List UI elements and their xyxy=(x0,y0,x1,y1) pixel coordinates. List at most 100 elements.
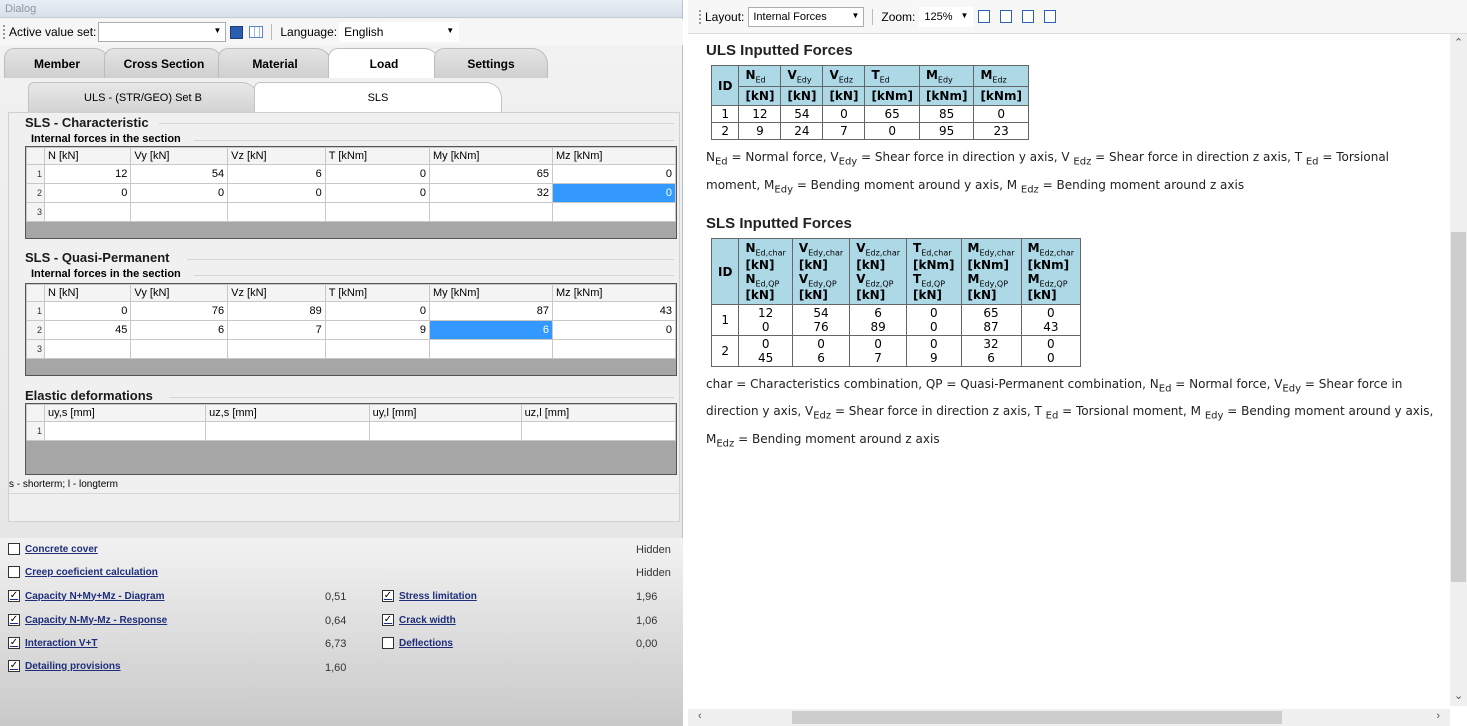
check-creep[interactable]: Creep coeficient calculation xyxy=(8,566,158,578)
scroll-left-icon[interactable]: ‹ xyxy=(698,710,702,722)
grid-cell[interactable]: 32 xyxy=(429,183,553,203)
language-label: Language: xyxy=(280,25,338,39)
fit-height-icon[interactable] xyxy=(978,10,991,23)
sls-qp-grid[interactable]: N [kN] Vy [kN] Vz [kN] T [kNm] My [kNm] … xyxy=(25,283,677,376)
grid-cell[interactable] xyxy=(205,421,370,441)
grid-cell[interactable]: 0 xyxy=(43,301,132,321)
check-label[interactable]: Stress limitation xyxy=(399,591,477,602)
checkbox-checked[interactable]: ✓ xyxy=(382,614,394,626)
grid-cell[interactable]: 76 xyxy=(130,301,229,321)
grid-cell[interactable] xyxy=(429,339,553,359)
grid-cell[interactable]: 65 xyxy=(429,164,553,184)
table-icon[interactable] xyxy=(249,26,264,38)
grid-cell[interactable] xyxy=(227,339,326,359)
grid-cell[interactable] xyxy=(520,421,677,441)
layout-combo[interactable]: Internal Forces ▼ xyxy=(748,6,865,27)
grid-cell[interactable]: 45 xyxy=(43,320,132,340)
tab-uls-set-b[interactable]: ULS - (STR/GEO) Set B xyxy=(28,82,258,112)
grid-cell[interactable]: 43 xyxy=(551,301,677,321)
check-crack[interactable]: ✓ Crack width xyxy=(382,614,456,626)
zoom-combo[interactable]: 125% ▼ xyxy=(919,6,974,27)
check-label[interactable]: Deflections xyxy=(399,638,453,649)
check-label[interactable]: Crack width xyxy=(399,615,456,626)
sls-char-grid[interactable]: N [kN] Vy [kN] Vz [kN] T [kNm] My [kNm] … xyxy=(25,146,677,239)
checkbox-checked[interactable]: ✓ xyxy=(8,614,20,626)
tab-load[interactable]: Load xyxy=(328,48,440,78)
check-capacity-diagram[interactable]: ✓ Capacity N+My+Mz - Diagram xyxy=(8,590,165,602)
grid-cell[interactable] xyxy=(324,202,431,222)
scroll-thumb[interactable] xyxy=(1451,232,1466,582)
grid-cell[interactable] xyxy=(43,339,132,359)
tab-settings[interactable]: Settings xyxy=(434,48,548,78)
grid-cell[interactable]: 89 xyxy=(227,301,326,321)
grid-cell[interactable] xyxy=(551,202,677,222)
tab-cross-section[interactable]: Cross Section xyxy=(104,48,224,78)
check-deflections[interactable]: Deflections xyxy=(382,637,453,649)
grid-cell[interactable]: 9 xyxy=(324,320,431,340)
fit-page-icon[interactable] xyxy=(1000,10,1013,23)
grid-cell[interactable]: 54 xyxy=(130,164,229,184)
grid-cell[interactable] xyxy=(130,339,229,359)
grid-cell[interactable]: 0 xyxy=(43,183,132,203)
cell: 54 xyxy=(780,105,824,124)
grid-cell[interactable] xyxy=(130,202,229,222)
checkbox-unchecked[interactable] xyxy=(8,566,20,578)
grid-cell[interactable]: 87 xyxy=(429,301,553,321)
cell: 12 0 xyxy=(738,303,793,336)
toolbar-grip[interactable] xyxy=(3,25,6,39)
check-label[interactable]: Detailing provisions xyxy=(25,661,121,672)
grid-cell-selected[interactable]: 6 xyxy=(429,320,553,340)
tab-member[interactable]: Member xyxy=(4,48,110,78)
grid-cell[interactable] xyxy=(429,202,553,222)
scroll-right-icon[interactable]: › xyxy=(1436,710,1440,722)
scroll-thumb[interactable] xyxy=(792,711,1282,724)
language-combo[interactable]: English ▼ xyxy=(339,22,460,42)
check-concrete-cover[interactable]: Concrete cover xyxy=(8,543,98,555)
check-label[interactable]: Capacity N+My+Mz - Diagram xyxy=(25,591,165,602)
grid-cell[interactable]: 7 xyxy=(227,320,326,340)
active-value-set-combo[interactable]: ▼ xyxy=(98,22,227,42)
toolbar-grip[interactable] xyxy=(699,9,702,24)
grid-cell[interactable] xyxy=(368,421,522,441)
check-stress[interactable]: ✓ Stress limitation xyxy=(382,590,477,602)
check-label[interactable]: Creep coeficient calculation xyxy=(25,567,158,578)
grid-cell[interactable]: 0 xyxy=(551,164,677,184)
check-label[interactable]: Interaction V+T xyxy=(25,638,98,649)
grid-cell[interactable] xyxy=(43,202,132,222)
grid-cell[interactable]: 0 xyxy=(324,183,431,203)
checkbox-checked[interactable]: ✓ xyxy=(382,590,394,602)
grid-cell[interactable] xyxy=(551,339,677,359)
checkbox-checked[interactable]: ✓ xyxy=(8,637,20,649)
check-label[interactable]: Capacity N-My-Mz - Response xyxy=(25,615,167,626)
save-icon[interactable] xyxy=(230,25,244,39)
tab-sls[interactable]: SLS xyxy=(254,82,502,112)
check-label[interactable]: Concrete cover xyxy=(25,544,98,555)
scroll-down-icon[interactable]: ⌄ xyxy=(1454,689,1463,702)
grid-cell[interactable]: 0 xyxy=(324,164,431,184)
scroll-up-icon[interactable]: ⌃ xyxy=(1454,36,1463,49)
grid-cell[interactable]: 12 xyxy=(43,164,132,184)
grid-cell[interactable]: 6 xyxy=(227,164,326,184)
checkbox-checked[interactable]: ✓ xyxy=(8,660,20,672)
grid-cell[interactable]: 0 xyxy=(324,301,431,321)
grid-cell[interactable]: 0 xyxy=(551,320,677,340)
check-interaction[interactable]: ✓ Interaction V+T xyxy=(8,637,98,649)
checkbox-checked[interactable]: ✓ xyxy=(8,590,20,602)
elastic-grid[interactable]: uy,s [mm] uz,s [mm] uy,l [mm] uz,l [mm] … xyxy=(25,403,677,475)
grid-cell[interactable] xyxy=(324,339,431,359)
full-page-icon[interactable] xyxy=(1044,10,1057,23)
grid-cell[interactable]: 6 xyxy=(130,320,229,340)
tab-material[interactable]: Material xyxy=(218,48,332,78)
grid-cell-selected[interactable]: 0 xyxy=(551,183,677,203)
checkbox-unchecked[interactable] xyxy=(382,637,394,649)
grid-cell[interactable] xyxy=(227,202,326,222)
horizontal-scrollbar[interactable]: ‹ › xyxy=(688,709,1450,726)
check-capacity-response[interactable]: ✓ Capacity N-My-Mz - Response xyxy=(8,614,167,626)
checkbox-unchecked[interactable] xyxy=(8,543,20,555)
grid-cell[interactable] xyxy=(43,421,207,441)
grid-cell[interactable]: 0 xyxy=(130,183,229,203)
check-detailing[interactable]: ✓ Detailing provisions xyxy=(8,660,121,672)
grid-cell[interactable]: 0 xyxy=(227,183,326,203)
vertical-scrollbar[interactable]: ⌃ ⌄ xyxy=(1450,34,1467,706)
fit-width-icon[interactable] xyxy=(1022,10,1035,23)
